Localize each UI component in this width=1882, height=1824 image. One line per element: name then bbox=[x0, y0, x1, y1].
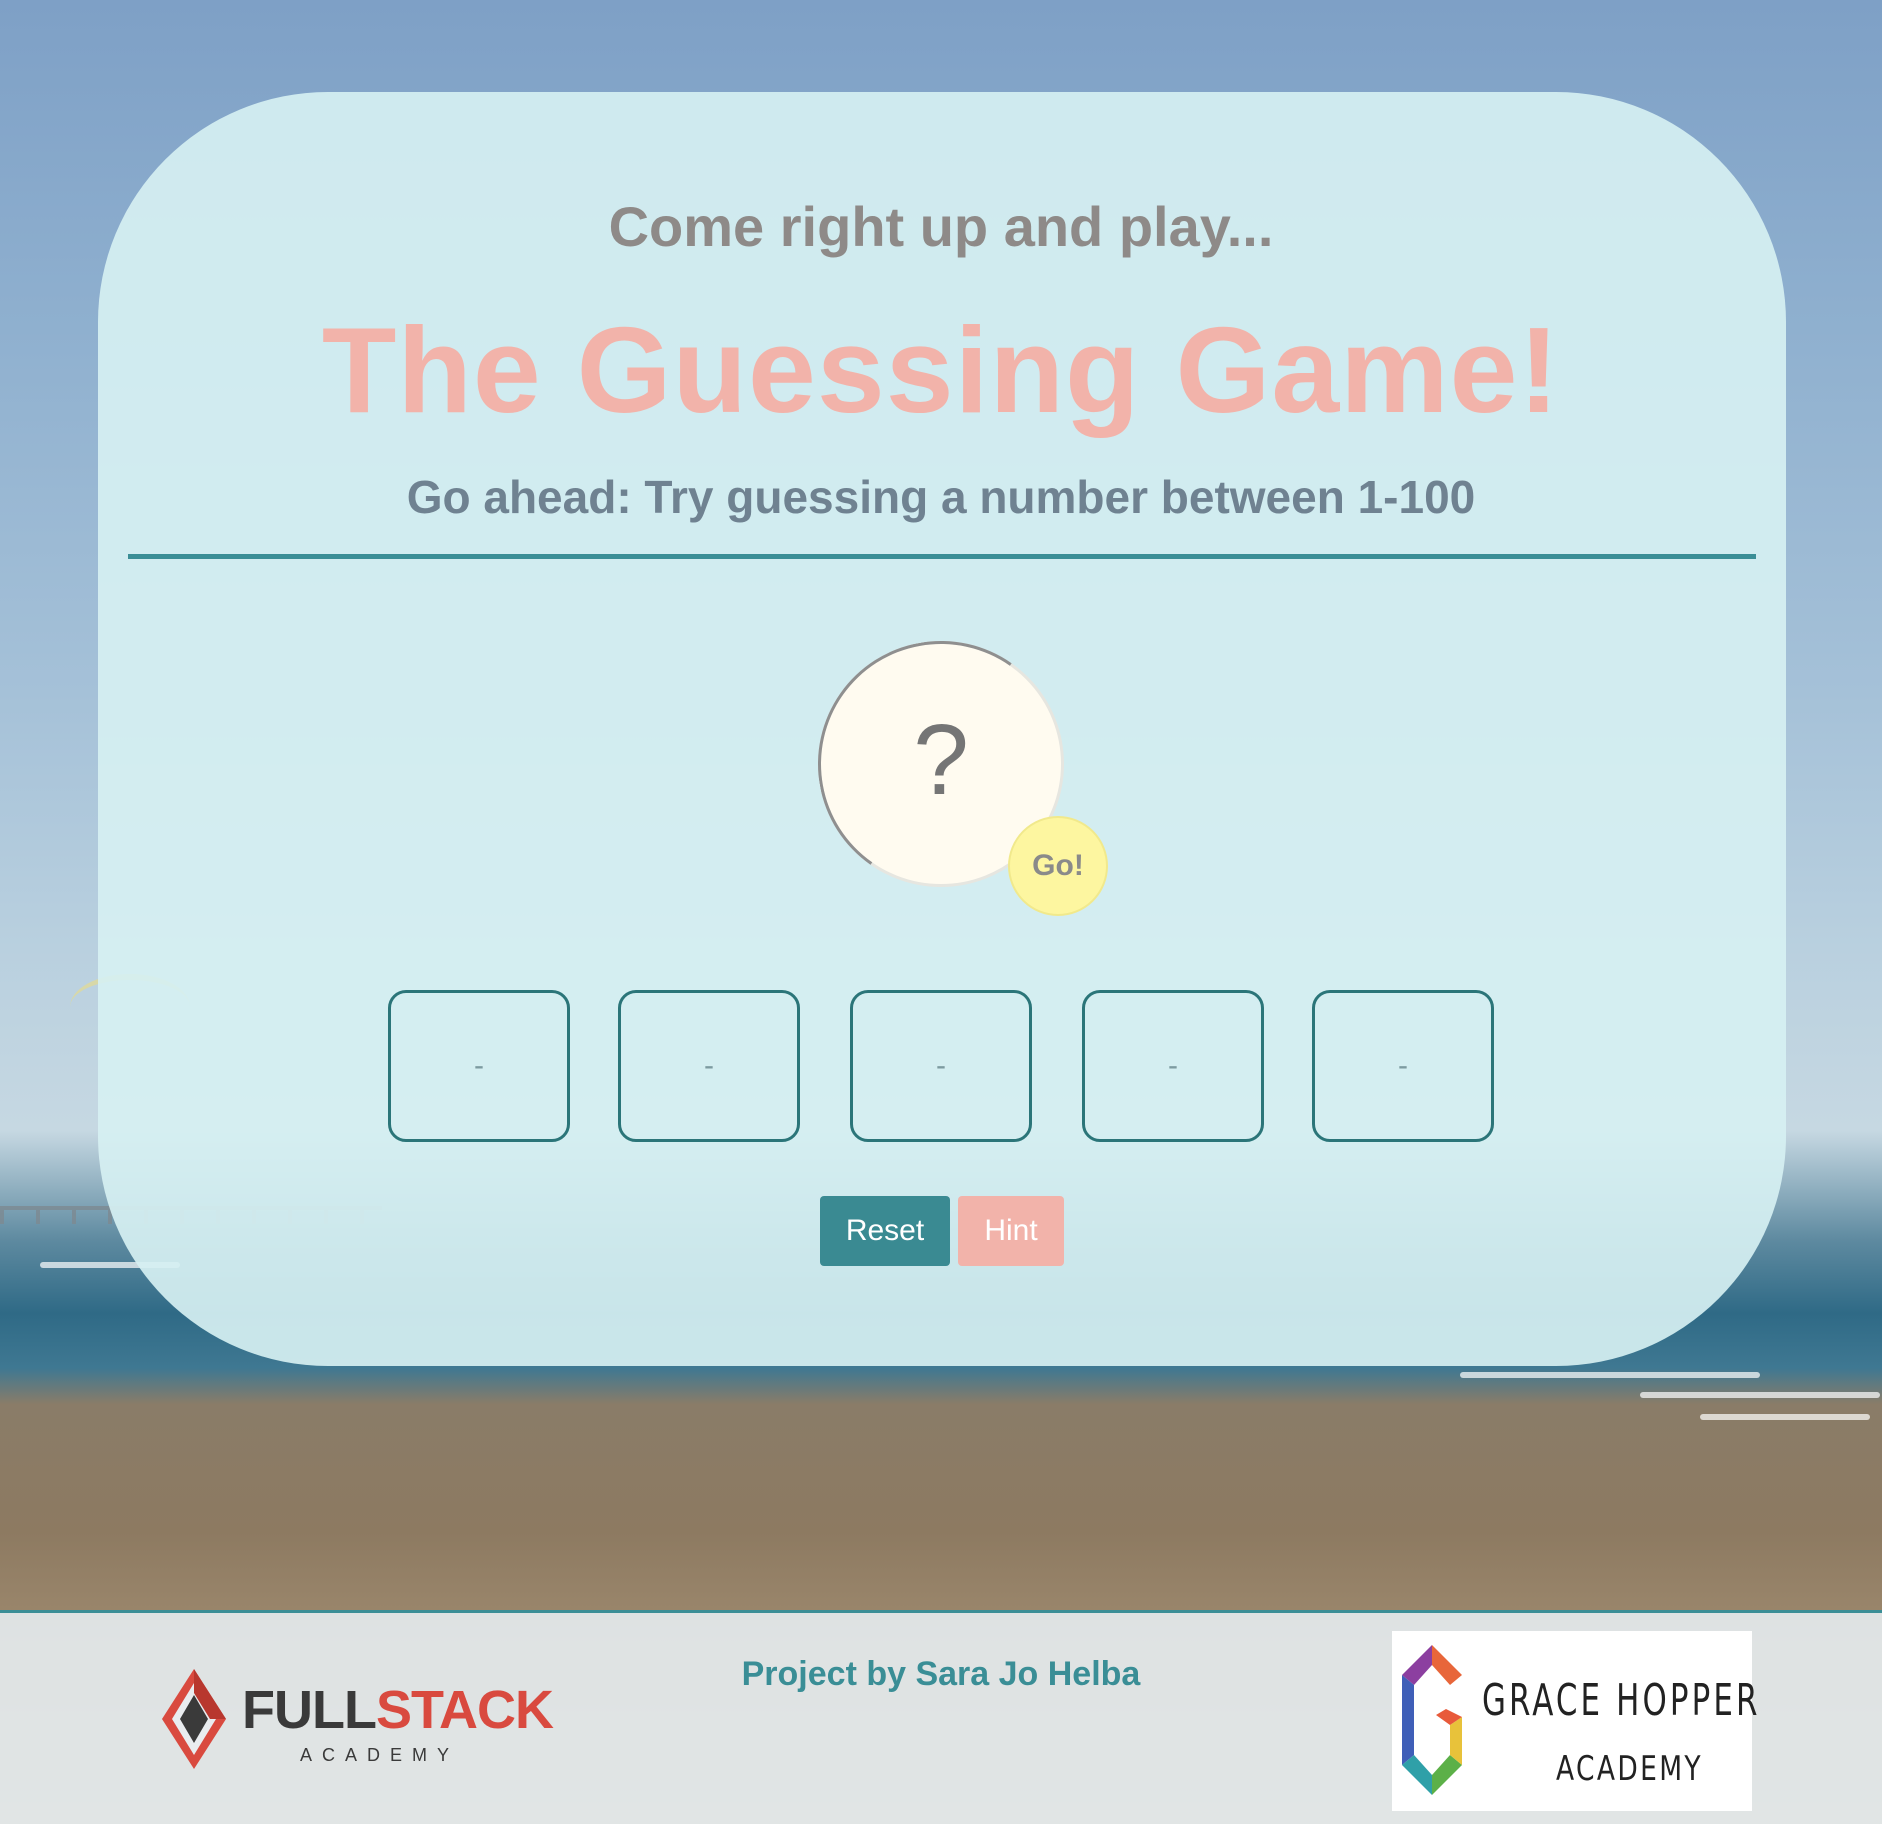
fullstack-subtitle: ACADEMY bbox=[300, 1745, 460, 1765]
wave bbox=[1640, 1392, 1880, 1398]
wave bbox=[1700, 1414, 1870, 1420]
grace-hopper-mark-icon bbox=[1402, 1645, 1462, 1795]
reset-button[interactable]: Reset bbox=[820, 1196, 950, 1266]
page-title: The Guessing Game! bbox=[321, 302, 1561, 438]
guess-input[interactable] bbox=[858, 700, 1024, 820]
guess-slot: - bbox=[618, 990, 800, 1142]
footer: FULLSTACK ACADEMY Project by Sara Jo Hel… bbox=[0, 1610, 1882, 1824]
instructions: Go ahead: Try guessing a number between … bbox=[406, 471, 1476, 523]
divider bbox=[128, 554, 1756, 559]
guess-slot: - bbox=[388, 990, 570, 1142]
guess-slot: - bbox=[1312, 990, 1494, 1142]
guess-slot: - bbox=[1082, 990, 1264, 1142]
grace-hopper-line2: ACADEMY bbox=[1556, 1749, 1703, 1789]
hint-button[interactable]: Hint bbox=[958, 1196, 1064, 1266]
previous-guesses: - - - - - bbox=[0, 990, 1882, 1144]
grace-hopper-academy-logo[interactable]: GRACE HOPPER ACADEMY bbox=[1392, 1631, 1757, 1811]
page: Come right up and play... The Guessing G… bbox=[0, 0, 1882, 1824]
go-button[interactable]: Go! bbox=[1008, 816, 1108, 916]
grace-hopper-line1: GRACE HOPPER bbox=[1482, 1675, 1761, 1726]
guess-slot: - bbox=[850, 990, 1032, 1142]
subtitle: Come right up and play... bbox=[608, 195, 1274, 258]
wave bbox=[1460, 1372, 1760, 1378]
